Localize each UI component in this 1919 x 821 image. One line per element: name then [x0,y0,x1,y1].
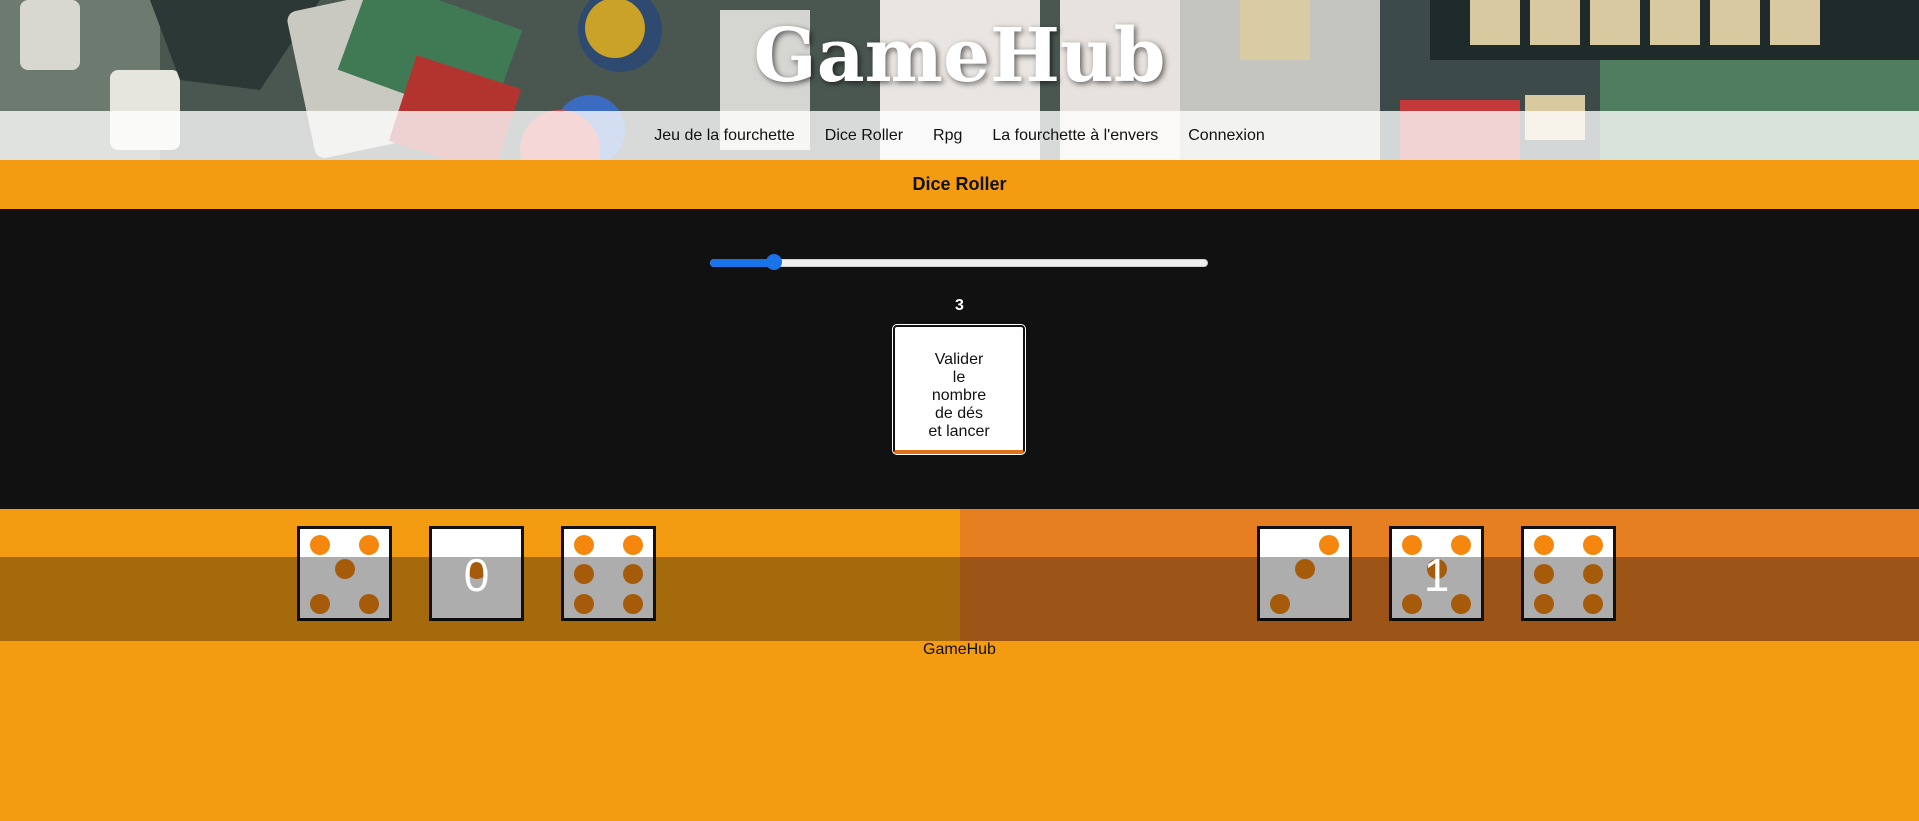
nav-item-fourchette-envers[interactable]: La fourchette à l'envers [977,111,1173,160]
die-face-5 [297,526,392,621]
die-pip [574,535,594,555]
die-face-6 [1521,526,1616,621]
die-shade [1524,557,1613,621]
validate-and-roll-button[interactable]: Valider le nombre de dés et lancer [892,324,1026,455]
roll-button-label-line: le [952,368,966,386]
dice-count-slider[interactable] [710,252,1208,272]
player-2-area: 1 [960,509,1919,641]
die-shade [564,557,653,621]
slider-track [710,259,1208,267]
roll-button-label-line: Valider [934,350,984,368]
nav-item-jeu-de-la-fourchette[interactable]: Jeu de la fourchette [639,111,810,160]
roll-button-label-line: et lancer [928,422,990,440]
die-pip [1319,535,1339,555]
page-title: Dice Roller [0,160,1919,209]
dice-count-value: 3 [955,297,964,314]
roll-button-label-line: de dés [934,404,984,422]
die-pip [1583,535,1603,555]
die-pip [310,535,330,555]
player-1-score: 0 [463,549,490,601]
die-shade [1260,557,1349,621]
player-1-area: 0 [0,509,960,641]
player-2-score: 1 [1423,549,1450,601]
die-pip [1534,535,1554,555]
die-pip [359,535,379,555]
roll-button-label-line: nombre [931,386,987,404]
die-shade [300,557,389,621]
dice-control-panel: 3 Valider le nombre de dés et lancer [0,209,1919,509]
site-header: GameHub Jeu de la fourchette Dice Roller… [0,0,1919,160]
die-face-3 [1257,526,1352,621]
nav-item-rpg[interactable]: Rpg [918,111,977,160]
die-face-6 [561,526,656,621]
nav-item-connexion[interactable]: Connexion [1173,111,1280,160]
main-nav: Jeu de la fourchette Dice Roller Rpg La … [0,111,1919,160]
slider-thumb[interactable] [766,254,782,270]
nav-item-dice-roller[interactable]: Dice Roller [810,111,918,160]
site-title: GameHub [753,13,1166,99]
footer-brand: GameHub [923,641,996,658]
die-pip [623,535,643,555]
slider-fill [710,259,774,267]
